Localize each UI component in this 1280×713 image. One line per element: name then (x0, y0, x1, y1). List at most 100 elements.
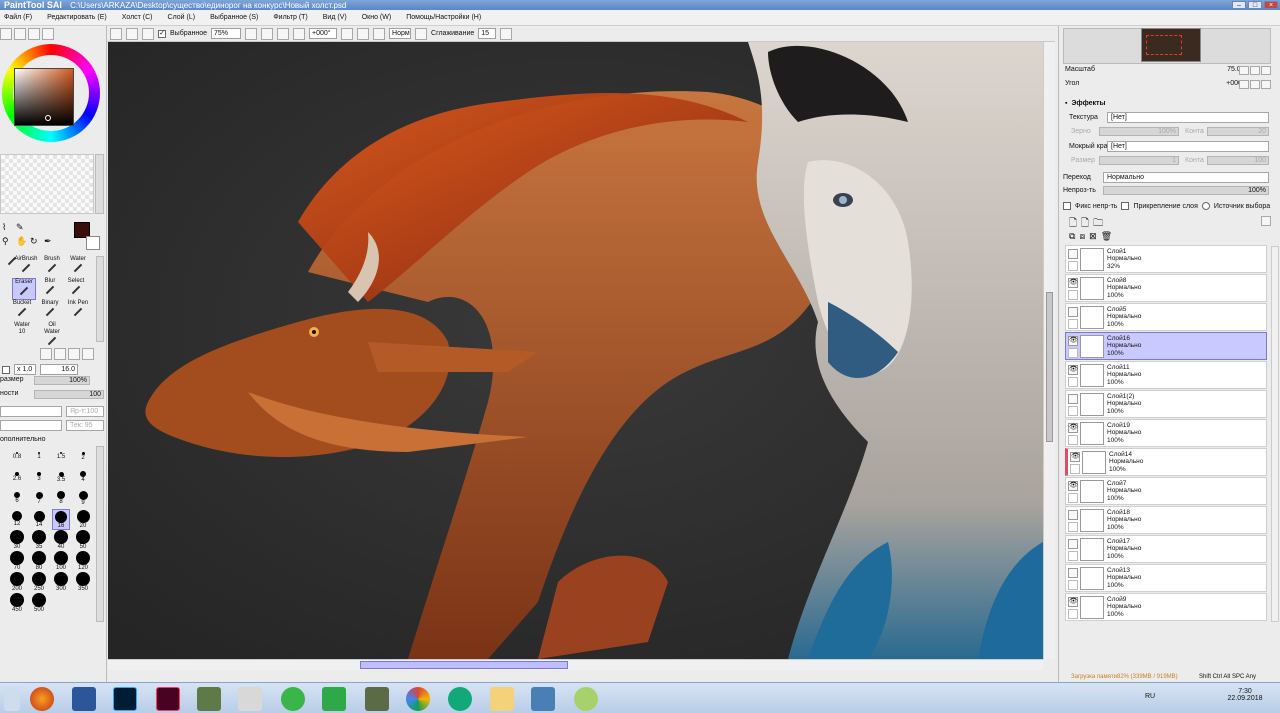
brush-size-option[interactable]: 3.5 (52, 467, 70, 483)
brush-size-option[interactable]: 14 (30, 509, 48, 528)
chrome-icon[interactable] (406, 687, 430, 711)
visibility-toggle[interactable]: 👁 (1068, 597, 1078, 607)
fix-opacity-checkbox[interactable] (1063, 202, 1071, 210)
hsv-tab[interactable] (28, 28, 40, 40)
tool-brush[interactable]: Brush (40, 256, 64, 278)
layer-row[interactable]: Слой13 Нормально 100% (1065, 564, 1267, 592)
brush-size-option[interactable]: 0.8 (8, 446, 26, 460)
menu-edit[interactable]: Редактировать (E) (47, 14, 107, 21)
size-field[interactable]: 16.0 (40, 364, 78, 375)
layer-lock-toggle[interactable] (1068, 348, 1078, 358)
clock[interactable]: 7:30 22.09.2018 (1220, 688, 1270, 702)
tool-binary[interactable]: Binary (38, 300, 62, 322)
app-icon-3[interactable] (281, 687, 305, 711)
rotate-left-button[interactable] (341, 27, 354, 40)
layer-row[interactable]: 👁 Слой8 Нормально 100% (1065, 274, 1267, 302)
menu-filter[interactable]: Фильтр (T) (273, 14, 307, 21)
brush-shape[interactable] (54, 348, 66, 360)
smoothing-select[interactable]: 15 (478, 28, 497, 39)
tool-oil-water[interactable]: Oil Water (40, 322, 64, 346)
minimize-button[interactable]: – (1232, 1, 1246, 9)
rgb-tab[interactable] (14, 28, 26, 40)
visibility-toggle[interactable]: 👁 (1068, 481, 1078, 491)
layer-list-scrollbar[interactable] (1271, 246, 1279, 622)
zoom-out-button[interactable] (261, 27, 274, 40)
media-player-icon[interactable] (322, 687, 346, 711)
clear-layer-icon[interactable]: ⊠ (1089, 231, 1097, 242)
app-icon-2[interactable] (238, 687, 262, 711)
layer-row[interactable]: Слой1 Нормально 32% (1065, 245, 1267, 273)
layer-lock-toggle[interactable] (1068, 551, 1078, 561)
visibility-toggle[interactable]: 👁 (1068, 278, 1078, 288)
layer-row[interactable]: 👁 Слой16 Нормально 100% (1065, 332, 1267, 360)
brush-size-option[interactable]: 80 (30, 551, 48, 571)
layer-row[interactable]: Слой17 Нормально 100% (1065, 535, 1267, 563)
brush-shape[interactable] (82, 348, 94, 360)
tool-eraser[interactable]: Eraser (12, 278, 36, 300)
brush-size-option[interactable]: 7 (30, 488, 48, 505)
brush-size-option[interactable]: 1 (30, 446, 48, 460)
brush-size-option[interactable]: 30 (8, 530, 26, 550)
layer-row[interactable]: 👁 Слой11 Нормально 100% (1065, 361, 1267, 389)
explorer-icon[interactable] (490, 687, 514, 711)
brush-size-option[interactable]: 500 (30, 593, 48, 613)
sai-icon[interactable] (574, 687, 598, 711)
menu-selection[interactable]: Выбранное (S) (210, 14, 258, 21)
visibility-toggle[interactable] (1068, 539, 1078, 549)
tool-airbrush[interactable]: AirBrush (14, 256, 38, 278)
layer-lock-toggle[interactable] (1068, 406, 1078, 416)
layer-lock-toggle[interactable] (1068, 261, 1078, 271)
zoom-in-button[interactable] (1250, 66, 1260, 75)
brush-size-option[interactable]: 450 (8, 593, 26, 613)
selection-source-radio[interactable] (1201, 202, 1210, 210)
toolbar-button[interactable] (110, 27, 122, 40)
navigator-thumbnail[interactable] (1141, 28, 1201, 62)
zoom-tool-icon[interactable]: ⚲ (2, 236, 9, 247)
color-picker-cursor[interactable] (45, 115, 51, 121)
close-button[interactable]: × (1264, 1, 1278, 9)
visibility-toggle[interactable]: 👁 (1070, 452, 1080, 462)
copy-layer-icon[interactable]: ⧉ (1069, 231, 1075, 242)
layer-row[interactable]: 👁 Слой14 Нормально 100% (1065, 448, 1267, 476)
visibility-toggle[interactable] (1068, 249, 1078, 259)
menu-view[interactable]: Вид (V) (323, 14, 347, 21)
horizontal-scrollbar[interactable] (108, 659, 1043, 670)
tool-blur[interactable]: Blur (38, 278, 62, 300)
visibility-toggle[interactable] (1068, 510, 1078, 520)
view-mode-button[interactable]: Норм (389, 28, 412, 39)
brush-size-option[interactable]: 200 (8, 572, 26, 592)
layer-row[interactable]: 👁 Слой7 Нормально 100% (1065, 477, 1267, 505)
wet-edge-select[interactable]: [Нет] (1107, 141, 1269, 152)
brush-size-option[interactable]: 16 (52, 509, 70, 530)
layer-lock-toggle[interactable] (1070, 464, 1080, 474)
layer-lock-toggle[interactable] (1068, 493, 1078, 503)
size-multiplier[interactable]: x 1.0 (14, 364, 36, 375)
tool-ink-pen[interactable]: Ink Pen (66, 300, 90, 322)
rotate-reset-button[interactable] (1261, 80, 1271, 89)
eyedropper-icon[interactable]: ✒ (44, 236, 52, 247)
brush-size-option[interactable]: 4 (74, 467, 92, 483)
smoothing-dropdown-button[interactable] (500, 27, 513, 40)
tool-water-2[interactable]: Water 10 (10, 322, 34, 344)
brush-size-option[interactable]: 9 (74, 488, 92, 506)
brush-size-option[interactable]: 100 (52, 551, 70, 571)
zoom-in-button[interactable] (277, 27, 290, 40)
layer-row[interactable]: Слой18 Нормально 100% (1065, 506, 1267, 534)
layer-row[interactable]: 👁 Слой19 Нормально 100% (1065, 419, 1267, 447)
brush-size-option[interactable]: 2.6 (8, 467, 26, 482)
shape-select[interactable] (0, 420, 62, 431)
layer-lock-toggle[interactable] (1068, 290, 1078, 300)
brush-size-option[interactable]: 8 (52, 488, 70, 505)
visibility-toggle[interactable]: 👁 (1068, 423, 1078, 433)
layer-lock-toggle[interactable] (1068, 580, 1078, 590)
merge-down-icon[interactable]: ⧈ (1079, 231, 1085, 242)
selection-checkbox[interactable]: ✓ (158, 29, 166, 38)
brush-size-option[interactable]: 120 (74, 551, 92, 571)
min-size-slider[interactable]: 100% (34, 376, 90, 385)
tool-bucket[interactable]: Bucket (10, 300, 34, 322)
rotate-reset-button[interactable] (373, 27, 386, 40)
vertical-scrollbar[interactable] (1043, 42, 1055, 659)
horizontal-scroll-thumb[interactable] (360, 661, 568, 669)
brush-size-option[interactable]: 70 (8, 551, 26, 571)
zoom-dropdown-button[interactable] (245, 27, 258, 40)
